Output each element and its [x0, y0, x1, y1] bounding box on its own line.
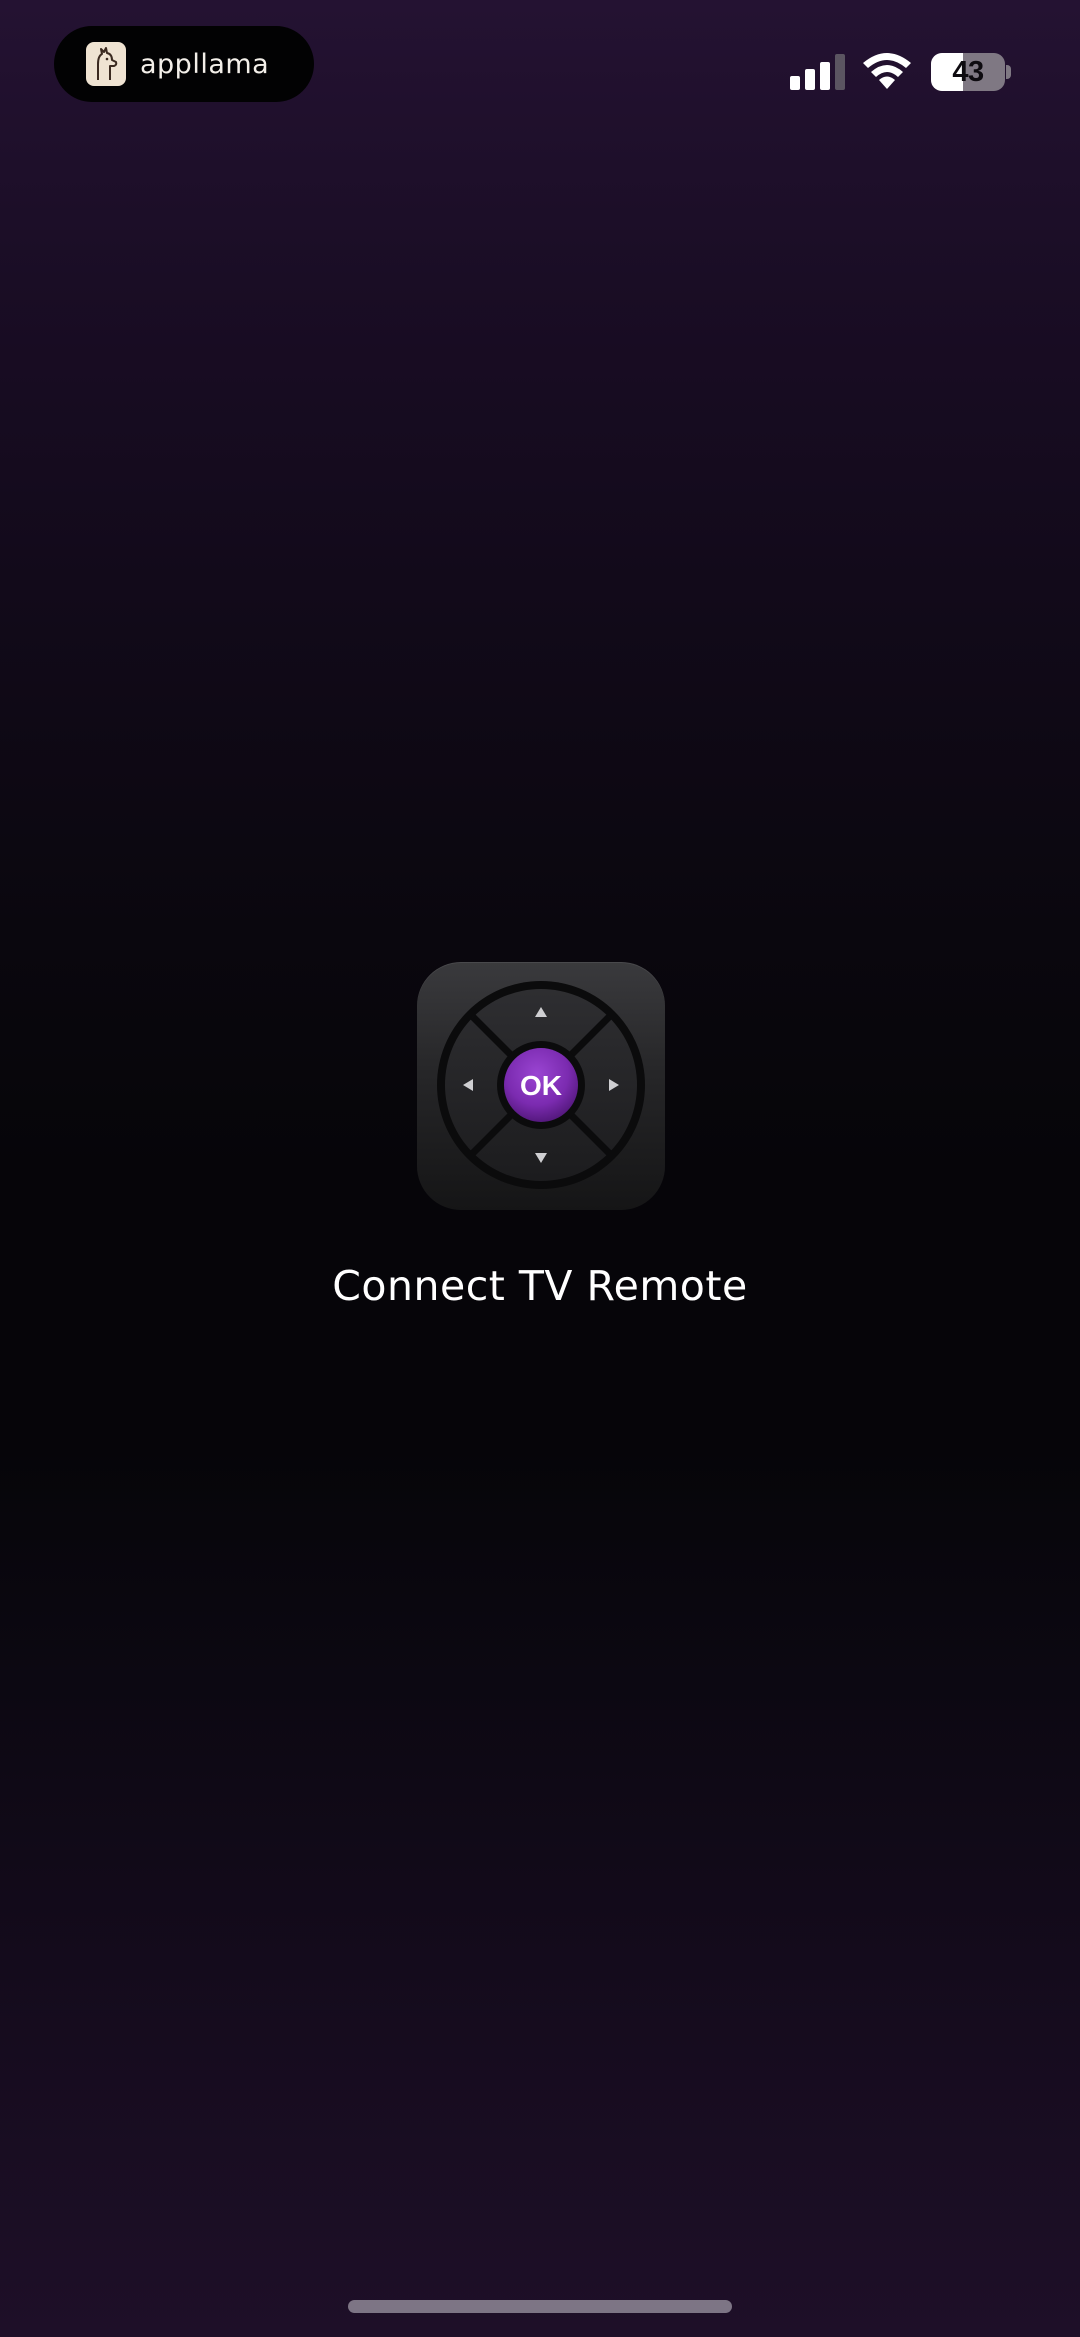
wifi-icon — [863, 53, 911, 89]
watermark-text: appllama — [140, 48, 270, 80]
app-title: Connect TV Remote — [332, 1262, 748, 1310]
status-bar: appllama 43 — [0, 0, 1080, 140]
tv-remote-dpad-icon: OK — [437, 981, 645, 1189]
battery-level: 43 — [952, 55, 984, 88]
watermark-badge: appllama — [54, 26, 314, 102]
ok-label: OK — [520, 1070, 562, 1101]
battery-nub — [1006, 65, 1011, 79]
cellular-signal-icon — [790, 54, 845, 90]
llama-logo-icon — [86, 42, 126, 86]
battery-indicator: 43 — [931, 53, 1005, 91]
app-icon: OK — [417, 962, 665, 1210]
home-indicator[interactable] — [348, 2300, 732, 2313]
